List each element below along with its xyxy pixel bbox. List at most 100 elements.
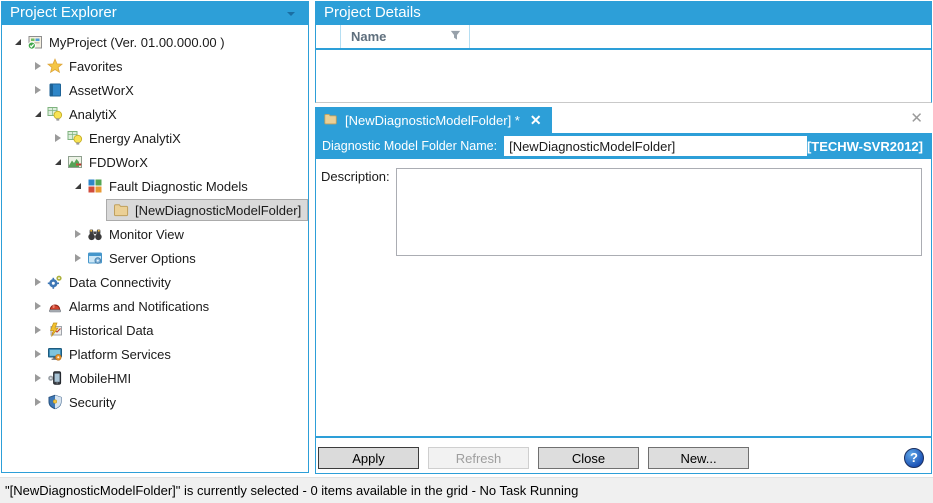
historical-icon — [46, 322, 63, 338]
description-textarea[interactable] — [396, 168, 922, 256]
collapsed-expander-icon[interactable] — [30, 62, 46, 70]
funnel-icon[interactable] — [449, 29, 462, 45]
data-connectivity-icon — [46, 274, 63, 290]
apply-button[interactable]: Apply — [318, 447, 419, 469]
tree-item-security[interactable]: Security — [2, 390, 308, 414]
alarms-icon — [46, 298, 63, 314]
tab-label: [NewDiagnosticModelFolder] * — [345, 113, 520, 128]
button-separator — [316, 436, 931, 438]
details-grid-body[interactable] — [316, 50, 931, 102]
tree-item-label: Platform Services — [69, 347, 171, 362]
collapsed-expander-icon[interactable] — [30, 326, 46, 334]
collapsed-expander-icon[interactable] — [30, 86, 46, 94]
tree-item-label: Data Connectivity — [69, 275, 171, 290]
description-label: Description: — [321, 168, 390, 184]
expanded-expander-icon[interactable] — [70, 183, 86, 189]
details-grid-header: Name — [316, 25, 931, 50]
collapsed-expander-icon[interactable] — [30, 374, 46, 382]
tree-item-label: AssetWorX — [69, 83, 134, 98]
tree-item-project[interactable]: MyProject (Ver. 01.00.000.00 ) — [2, 30, 308, 54]
grid-name-column-header[interactable]: Name — [341, 25, 470, 48]
security-icon — [46, 394, 63, 410]
project-details-title: Project Details — [324, 4, 421, 21]
tree-item-historical[interactable]: Historical Data — [2, 318, 308, 342]
status-text: "[NewDiagnosticModelFolder]" is currentl… — [5, 483, 578, 498]
server-badge: [TECHW-SVR2012] — [807, 139, 923, 154]
new-button[interactable]: New... — [648, 447, 749, 469]
tree-item-label: [NewDiagnosticModelFolder] — [135, 203, 301, 218]
fault-models-icon — [86, 178, 103, 194]
tree-item-mobilehmi[interactable]: MobileHMI — [2, 366, 308, 390]
collapsed-expander-icon[interactable] — [50, 134, 66, 142]
tree-item-label: Server Options — [109, 251, 196, 266]
close-button[interactable]: Close — [538, 447, 639, 469]
project-tree: MyProject (Ver. 01.00.000.00 ) Favorites A… — [2, 25, 308, 414]
tree-item-assetworx[interactable]: AssetWorX — [2, 78, 308, 102]
help-button[interactable]: ? — [904, 448, 924, 468]
grid-name-column-label: Name — [351, 29, 386, 44]
description-row: Description: — [316, 159, 931, 256]
tree-item-fault-models[interactable]: Fault Diagnostic Models — [2, 174, 308, 198]
tab-newdiagnosticmodelfolder[interactable]: [NewDiagnosticModelFolder] * ✕ — [315, 107, 552, 133]
collapsed-expander-icon[interactable] — [70, 254, 86, 262]
collapsed-expander-icon[interactable] — [70, 230, 86, 238]
tree-item-analytix[interactable]: AnalytiX — [2, 102, 308, 126]
folder-icon — [112, 202, 129, 218]
project-explorer-title: Project Explorer — [10, 4, 117, 21]
editor-toolbar: Diagnostic Model Folder Name: [TECHW-SVR… — [316, 133, 931, 159]
tree-item-label: Security — [69, 395, 116, 410]
tree-item-monitor[interactable]: Monitor View — [2, 222, 308, 246]
tree-item-label: Energy AnalytiX — [89, 131, 181, 146]
tree-item-label: Alarms and Notifications — [69, 299, 209, 314]
button-row: Apply Refresh Close New... — [318, 447, 749, 469]
refresh-button: Refresh — [428, 447, 529, 469]
collapsed-expander-icon[interactable] — [30, 350, 46, 358]
energy-analytix-icon — [66, 130, 83, 146]
fddworx-icon — [66, 154, 83, 170]
analytix-icon — [46, 106, 63, 122]
folder-icon — [323, 112, 338, 129]
star-icon — [46, 58, 63, 74]
tree-item-alarms[interactable]: Alarms and Notifications — [2, 294, 308, 318]
panel-close-icon[interactable]: ✕ — [910, 111, 923, 126]
expanded-expander-icon[interactable] — [50, 159, 66, 165]
selected-tree-item-highlight[interactable]: [NewDiagnosticModelFolder] — [106, 199, 308, 221]
project-details-panel: Project Details Name — [315, 1, 932, 103]
tree-item-label: MyProject (Ver. 01.00.000.00 ) — [49, 35, 225, 50]
grid-row-selector-column — [316, 25, 341, 48]
tab-close-icon[interactable]: ✕ — [530, 112, 542, 129]
tree-item-label: AnalytiX — [69, 107, 117, 122]
tree-item-data-connectivity[interactable]: Data Connectivity — [2, 270, 308, 294]
project-explorer-header: Project Explorer — [2, 2, 308, 25]
collapsed-expander-icon[interactable] — [30, 302, 46, 310]
server-options-icon — [86, 250, 103, 266]
project-explorer-panel: Project Explorer MyProject (Ver. 01.00.0… — [1, 1, 309, 473]
name-field-label: Diagnostic Model Folder Name: — [322, 139, 497, 153]
mobilehmi-icon — [46, 370, 63, 386]
editor-tab-strip: [NewDiagnosticModelFolder] * ✕ ✕ — [315, 107, 932, 133]
tree-item-label: FDDWorX — [89, 155, 148, 170]
expanded-expander-icon[interactable] — [30, 111, 46, 117]
name-input[interactable] — [504, 136, 807, 156]
tree-item-platform[interactable]: Platform Services — [2, 342, 308, 366]
tree-item-fddworx[interactable]: FDDWorX — [2, 150, 308, 174]
tree-item-label: Historical Data — [69, 323, 154, 338]
expanded-expander-icon[interactable] — [10, 39, 26, 45]
project-details-header: Project Details — [316, 2, 931, 25]
panel-menu-caret-icon[interactable] — [287, 12, 295, 16]
assetworx-icon — [46, 82, 63, 98]
tree-item-energy-analytix[interactable]: Energy AnalytiX — [2, 126, 308, 150]
editor-panel: Diagnostic Model Folder Name: [TECHW-SVR… — [315, 133, 932, 474]
tree-item-label: Monitor View — [109, 227, 184, 242]
project-icon — [26, 34, 43, 50]
tree-item-star[interactable]: Favorites — [2, 54, 308, 78]
tree-item-label: Favorites — [69, 59, 122, 74]
monitor-icon — [86, 226, 103, 242]
status-bar: "[NewDiagnosticModelFolder]" is currentl… — [0, 477, 933, 503]
tree-item-server-options[interactable]: Server Options — [2, 246, 308, 270]
collapsed-expander-icon[interactable] — [30, 398, 46, 406]
collapsed-expander-icon[interactable] — [30, 278, 46, 286]
tree-item-label: Fault Diagnostic Models — [109, 179, 248, 194]
platform-icon — [46, 346, 63, 362]
tree-item-folder-selected[interactable]: [NewDiagnosticModelFolder] — [2, 198, 308, 222]
